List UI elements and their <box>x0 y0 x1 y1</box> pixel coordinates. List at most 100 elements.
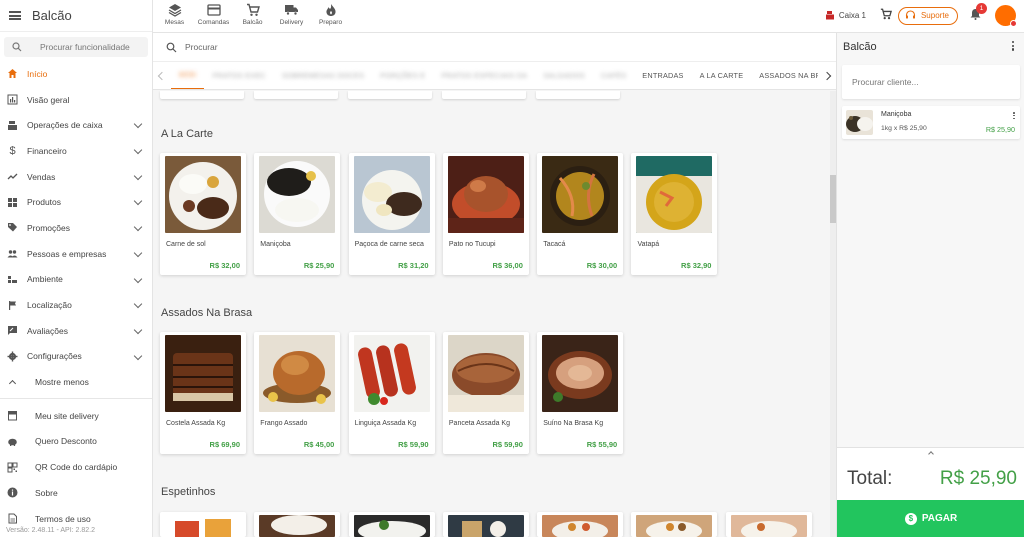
category-tab[interactable]: PRATOS ESPECIAIS DA <box>433 62 535 89</box>
sidebar: Balcão Início Visão geral Operações de c… <box>0 0 153 537</box>
order-item[interactable]: Maniçoba 1kg x R$ 25,90 R$ 25,90 <box>842 106 1020 139</box>
product-name: Vatapá <box>637 241 660 248</box>
cart-icon[interactable] <box>880 7 892 25</box>
category-tab[interactable]: CAFÉS <box>593 62 634 89</box>
product-card[interactable] <box>442 512 529 537</box>
sidebar-item-inicio[interactable]: Início <box>0 61 152 87</box>
sidebar-item-site-delivery[interactable]: Meu site delivery <box>0 403 152 429</box>
nav-mesas-button[interactable]: Mesas <box>157 2 192 26</box>
feature-search[interactable] <box>4 37 148 57</box>
product-name: Pato no Tucupi <box>448 241 496 248</box>
top-bar: Mesas Comandas Balcão Delivery Preparo C… <box>153 0 1024 33</box>
sidebar-collapse-toggle[interactable]: Mostre menos <box>0 369 152 395</box>
client-search[interactable] <box>842 65 1020 99</box>
nav-label: Delivery <box>279 19 304 26</box>
sidebar-item-financeiro[interactable]: $ Financeiro <box>0 138 152 164</box>
caixa-indicator[interactable]: Caixa 1 <box>825 10 866 22</box>
client-search-input[interactable] <box>852 77 1002 87</box>
product-card[interactable]: Panceta Assada Kg R$ 59,90 <box>442 332 529 454</box>
more-options-icon[interactable] <box>1011 41 1014 52</box>
product-card[interactable]: Paçoca de carne seca R$ 31,20 <box>348 153 435 275</box>
support-button[interactable]: Suporte <box>897 6 958 25</box>
previous-section-cards <box>160 91 630 99</box>
sidebar-item-sobre[interactable]: Sobre <box>0 480 152 506</box>
sidebar-item-localizacao[interactable]: Localização <box>0 292 152 318</box>
item-options-icon[interactable] <box>1013 112 1015 120</box>
product-card[interactable] <box>348 512 435 537</box>
sidebar-item-operacoes-caixa[interactable]: Operações de caixa <box>0 112 152 138</box>
sidebar-item-configuracoes[interactable]: Configurações <box>0 344 152 370</box>
menu-icon[interactable] <box>9 11 21 20</box>
sidebar-item-promocoes[interactable]: Promoções <box>0 215 152 241</box>
category-tab[interactable]: A LA CARTE <box>692 62 752 89</box>
category-tab[interactable]: PRATOS EXEC <box>204 62 273 89</box>
product-card[interactable] <box>348 91 432 99</box>
section-title: Assados Na Brasa <box>161 307 253 319</box>
category-tab[interactable]: ASSADOS NA BRASA <box>751 62 818 89</box>
product-card[interactable]: Costela Assada Kg R$ 69,90 <box>160 332 246 454</box>
product-card[interactable]: Carne de sol R$ 32,00 <box>160 153 246 275</box>
nav-comandas-button[interactable]: Comandas <box>196 2 231 26</box>
product-search-input[interactable] <box>185 42 485 52</box>
card-icon <box>206 2 221 17</box>
sidebar-item-pessoas[interactable]: Pessoas e empresas <box>0 241 152 267</box>
tabs-scroll-left[interactable] <box>153 62 171 89</box>
product-image <box>353 156 430 233</box>
store-icon <box>7 410 18 421</box>
feature-search-input[interactable] <box>40 42 140 52</box>
category-tab[interactable]: PORÇÕES E <box>372 62 433 89</box>
category-tab[interactable]: SALGADOS <box>535 62 593 89</box>
sidebar-item-vendas[interactable]: Vendas <box>0 164 152 190</box>
product-image <box>636 515 713 537</box>
piggy-bank-icon <box>7 436 18 447</box>
product-card[interactable]: Pato no Tucupi R$ 36,00 <box>442 153 529 275</box>
nav-balcao-button[interactable]: Balcão <box>235 2 270 26</box>
notifications-button[interactable]: 1 <box>970 2 987 25</box>
category-tab[interactable]: BEBI <box>171 62 205 89</box>
product-image <box>730 515 807 537</box>
sidebar-item-quero-desconto[interactable]: Quero Desconto <box>0 429 152 455</box>
sidebar-divider <box>0 397 152 399</box>
product-price: R$ 25,90 <box>303 261 335 270</box>
product-card[interactable] <box>537 512 624 537</box>
avatar[interactable] <box>995 5 1017 27</box>
top-nav: Mesas Comandas Balcão Delivery Preparo <box>157 2 352 26</box>
product-price: R$ 31,20 <box>398 261 429 270</box>
product-card[interactable]: Frango Assado R$ 45,00 <box>254 332 341 454</box>
product-card[interactable] <box>254 91 338 99</box>
sidebar-item-ambiente[interactable]: Ambiente <box>0 267 152 293</box>
nav-preparo-button[interactable]: Preparo <box>313 2 348 26</box>
product-card[interactable]: Linguiça Assada Kg R$ 59,90 <box>348 332 435 454</box>
sidebar-item-produtos[interactable]: Produtos <box>0 189 152 215</box>
sidebar-item-qr-code[interactable]: QR Code do cardápio <box>0 454 152 480</box>
product-name: Carne de sol <box>166 241 206 248</box>
product-card[interactable] <box>536 91 620 99</box>
product-card[interactable] <box>442 91 526 99</box>
product-price: R$ 36,00 <box>492 261 523 270</box>
product-image <box>259 515 336 537</box>
sidebar-item-visao-geral[interactable]: Visão geral <box>0 87 152 113</box>
product-card[interactable]: Suíno Na Brasa Kg R$ 55,90 <box>537 332 624 454</box>
pay-button[interactable]: $ PAGAR <box>837 500 1024 537</box>
product-grid: Costela Assada Kg R$ 69,90 Frango Assado R$… <box>160 332 631 454</box>
sidebar-item-avaliacoes[interactable]: Avaliações <box>0 318 152 344</box>
product-card[interactable] <box>160 512 246 537</box>
category-tab[interactable]: SOBREMESAS DOCES <box>274 62 372 89</box>
chevron-down-icon <box>133 222 143 232</box>
product-search[interactable] <box>153 33 836 62</box>
product-price: R$ 59,90 <box>492 440 523 449</box>
product-card[interactable] <box>254 512 341 537</box>
product-name: Paçoca de carne seca <box>354 241 424 248</box>
product-card[interactable] <box>725 512 812 537</box>
product-card[interactable] <box>160 91 244 99</box>
product-card[interactable]: Tacacá R$ 30,00 <box>537 153 624 275</box>
sidebar-item-label: Visão geral <box>27 94 70 105</box>
category-tab[interactable]: ENTRADAS <box>634 62 691 89</box>
nav-delivery-button[interactable]: Delivery <box>274 2 309 26</box>
product-card[interactable]: Maniçoba R$ 25,90 <box>254 153 341 275</box>
sidebar-item-label: Pessoas e empresas <box>27 248 107 259</box>
product-card[interactable]: Vatapá R$ 32,90 <box>631 153 718 275</box>
expand-summary-toggle[interactable] <box>837 447 1024 457</box>
tabs-scroll-right[interactable] <box>818 62 836 89</box>
product-card[interactable] <box>631 512 718 537</box>
